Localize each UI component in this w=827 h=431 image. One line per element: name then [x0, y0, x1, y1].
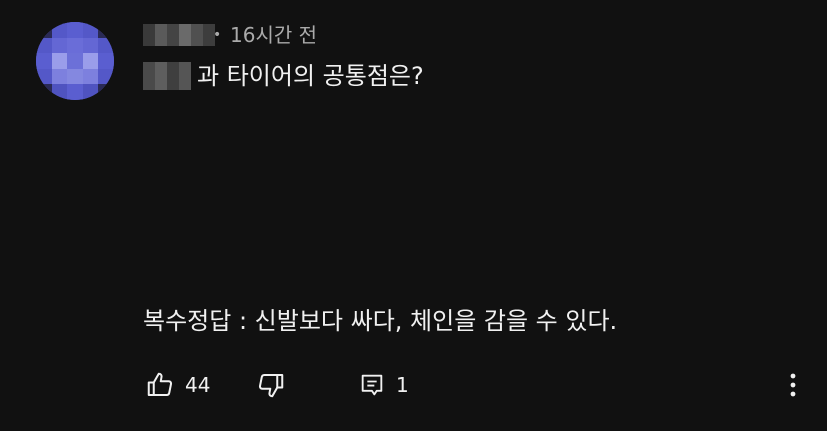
comment-question-text: 과 타이어의 공통점은?	[197, 62, 424, 90]
dislike-button[interactable]	[256, 368, 286, 402]
username-blurred[interactable]	[143, 24, 215, 46]
comment-timestamp[interactable]: 16시간 전	[230, 22, 317, 48]
like-button[interactable]: 44	[145, 368, 210, 402]
more-vertical-icon	[790, 373, 796, 397]
thumbs-up-icon	[147, 372, 173, 396]
thumbs-down-icon	[258, 374, 284, 398]
reply-icon	[361, 374, 383, 396]
comment-text-line-1: 과 타이어의 공통점은?	[143, 60, 424, 92]
like-count: 44	[185, 373, 211, 397]
mention-blurred	[143, 62, 191, 90]
reply-count: 1	[396, 373, 409, 397]
reply-button[interactable]: 1	[358, 368, 409, 402]
separator-dot: •	[213, 27, 222, 43]
comment-action-bar: 44 1	[143, 368, 813, 402]
avatar[interactable]	[36, 22, 114, 100]
more-options-button[interactable]	[783, 368, 803, 402]
comment-answer-text: 복수정답 : 신발보다 싸다, 체인을 감을 수 있다.	[143, 307, 618, 335]
